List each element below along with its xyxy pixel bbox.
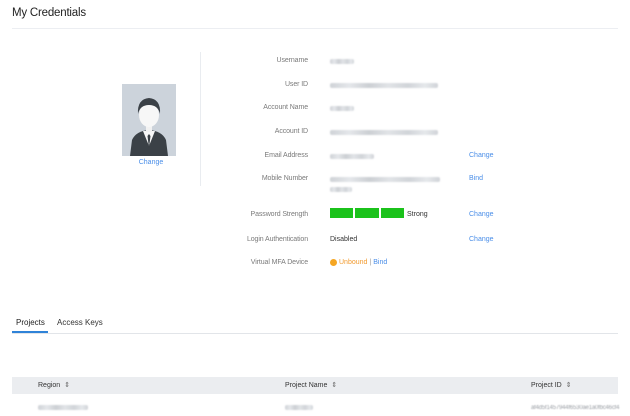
mobile-value-redacted bbox=[330, 177, 440, 182]
email-value-redacted bbox=[330, 154, 374, 159]
sort-icon[interactable]: ⇕ bbox=[64, 382, 70, 389]
account-id-value-redacted bbox=[330, 130, 438, 135]
table-header: Region ⇕ Project Name ⇕ Project ID ⇕ bbox=[12, 377, 618, 394]
login-auth-label: Login Authentication bbox=[246, 236, 308, 243]
vertical-divider bbox=[200, 52, 201, 186]
tab-access-keys[interactable]: Access Keys bbox=[57, 318, 103, 327]
change-email-link[interactable]: Change bbox=[469, 152, 494, 159]
email-label: Email Address bbox=[264, 152, 309, 159]
password-strength-value: Strong bbox=[407, 211, 428, 218]
tabs-divider bbox=[12, 333, 618, 334]
user-id-value-redacted bbox=[330, 83, 438, 88]
avatar-person-icon bbox=[122, 84, 176, 156]
username-label: Username bbox=[276, 57, 309, 64]
change-avatar-link[interactable]: Change bbox=[136, 159, 166, 166]
account-name-label: Account Name bbox=[263, 104, 308, 111]
sort-icon[interactable]: ⇕ bbox=[331, 382, 337, 389]
login-auth-value: Disabled bbox=[330, 236, 358, 243]
column-header-region[interactable]: Region ⇕ bbox=[38, 381, 70, 389]
tab-projects[interactable]: Projects bbox=[16, 318, 45, 327]
strength-bar-1 bbox=[330, 208, 354, 218]
password-strength-meter bbox=[330, 208, 404, 218]
account-id-label: Account ID bbox=[274, 128, 308, 135]
password-strength-label: Password Strength bbox=[250, 211, 309, 218]
table-row[interactable]: af4d5f1457944f6530ae1a0fbc46cf4 bbox=[12, 398, 620, 416]
mfa-separator: | bbox=[369, 259, 372, 266]
page-title: My Credentials bbox=[12, 7, 86, 19]
sort-icon[interactable]: ⇕ bbox=[566, 382, 572, 389]
column-header-label: Project Name bbox=[285, 382, 328, 389]
strength-bar-2 bbox=[355, 208, 379, 218]
column-header-project-id[interactable]: Project ID ⇕ bbox=[531, 381, 572, 389]
account-name-value-redacted bbox=[330, 106, 354, 111]
bind-mobile-link[interactable]: Bind bbox=[469, 175, 483, 182]
mfa-label: Virtual MFA Device bbox=[250, 259, 308, 266]
mfa-status-text: Unbound bbox=[339, 259, 368, 266]
change-password-link[interactable]: Change bbox=[469, 211, 494, 218]
strength-bar-3 bbox=[380, 208, 404, 218]
project-name-cell-redacted bbox=[285, 405, 313, 410]
column-header-label: Region bbox=[38, 382, 61, 389]
mobile-value-redacted-line2 bbox=[330, 187, 352, 192]
avatar-image bbox=[122, 84, 176, 156]
mfa-status: Unbound | Bind bbox=[330, 259, 387, 266]
user-id-label: User ID bbox=[284, 81, 308, 88]
change-login-auth-link[interactable]: Change bbox=[469, 236, 494, 243]
mobile-label: Mobile Number bbox=[261, 175, 308, 182]
column-header-label: Project ID bbox=[531, 382, 562, 389]
warning-dot-icon bbox=[330, 259, 337, 266]
region-cell-redacted bbox=[38, 405, 88, 410]
project-id-cell: af4d5f1457944f6530ae1a0fbc46cf4 bbox=[531, 405, 620, 411]
column-header-project-name[interactable]: Project Name ⇕ bbox=[285, 381, 337, 389]
title-divider bbox=[12, 28, 618, 29]
bind-mfa-link[interactable]: Bind bbox=[373, 259, 387, 266]
username-value-redacted bbox=[330, 59, 354, 64]
